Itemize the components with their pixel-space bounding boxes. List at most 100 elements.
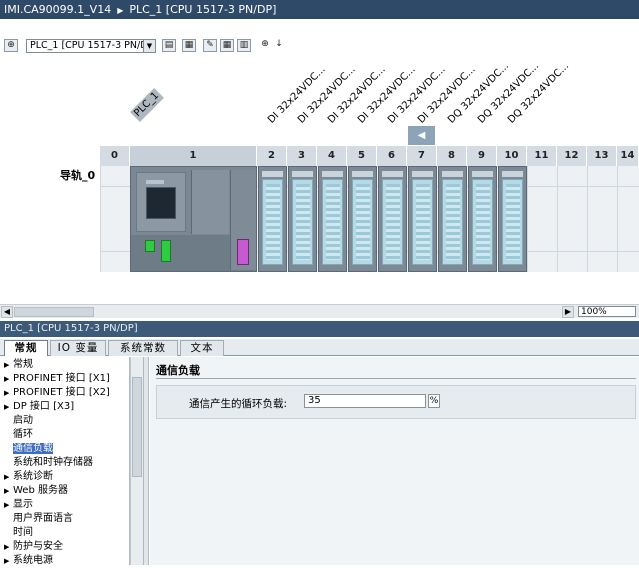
io-module[interactable] xyxy=(288,166,317,272)
slot-number: 10 xyxy=(497,146,527,166)
module-terminal xyxy=(322,179,343,265)
io-module[interactable] xyxy=(258,166,287,272)
io-module[interactable] xyxy=(348,166,377,272)
tree-item[interactable]: ▶ 系统诊断 xyxy=(4,470,53,483)
tree-item[interactable]: ▶ DP 接口 [X3] xyxy=(4,400,74,413)
tree-scrollbar[interactable] xyxy=(130,357,143,565)
empty-slot[interactable] xyxy=(557,166,587,272)
io-module[interactable] xyxy=(378,166,407,272)
inspector-title: PLC_1 [CPU 1517-3 PN/DP] xyxy=(0,321,639,337)
profinet-port-icon[interactable] xyxy=(145,240,155,252)
tree-item-label: 通信负载 xyxy=(13,443,53,454)
tab-general[interactable]: 常规 xyxy=(4,340,48,356)
tree-item[interactable]: 时间 xyxy=(4,526,33,539)
tab-texts[interactable]: 文本 xyxy=(180,340,224,356)
tree-item[interactable]: ▶ PROFINET 接口 [X2] xyxy=(4,386,110,399)
io-module[interactable] xyxy=(498,166,527,272)
tree-item[interactable]: ▶ 防护与安全 xyxy=(4,540,63,553)
expand-arrow-icon[interactable]: ▶ xyxy=(4,373,13,386)
slot-number: 1 xyxy=(130,146,257,166)
io-module[interactable] xyxy=(438,166,467,272)
tree-item[interactable]: ▶ PROFINET 接口 [X1] xyxy=(4,372,110,385)
tree-item[interactable]: 启动 xyxy=(4,414,33,427)
tab-system-constants[interactable]: 系统常数 xyxy=(108,340,178,356)
zoom-field[interactable]: 100% xyxy=(578,306,636,317)
io-module[interactable] xyxy=(408,166,437,272)
io-module[interactable] xyxy=(318,166,347,272)
empty-slot[interactable] xyxy=(100,166,130,272)
tree-item-label: 系统电源 xyxy=(13,555,53,565)
chevron-down-icon[interactable]: ▼ xyxy=(143,40,155,52)
expand-arrow-icon[interactable]: ▶ xyxy=(4,499,13,512)
project-name: IMI.CA90099.1_V14 xyxy=(4,3,112,16)
device-overview-icon[interactable]: ▤ xyxy=(162,39,176,52)
tree-item-label: 循环 xyxy=(13,429,33,440)
slot-number: 13 xyxy=(587,146,617,166)
module-led xyxy=(412,171,433,177)
tree-item-label: DP 接口 [X3] xyxy=(13,401,75,412)
empty-slot[interactable] xyxy=(587,166,617,272)
tree-item[interactable]: 用户界面语言 xyxy=(4,512,73,525)
slot-number: 8 xyxy=(437,146,467,166)
expand-arrow-icon[interactable]: ▶ xyxy=(4,485,13,498)
module-terminal xyxy=(442,179,463,265)
expand-arrow-icon[interactable]: ▶ xyxy=(4,359,13,372)
expand-arrow-icon[interactable]: ▶ xyxy=(4,555,13,565)
network-view-icon[interactable]: ⊕ xyxy=(4,39,18,52)
module-terminal xyxy=(382,179,403,265)
scrollbar-thumb[interactable] xyxy=(14,307,94,317)
cpu-module[interactable] xyxy=(130,166,257,272)
scroll-left-button[interactable]: ◀ xyxy=(408,126,435,145)
panel-icon[interactable]: ▥ xyxy=(237,39,251,52)
tree-item-label: 启动 xyxy=(13,415,33,426)
tree-item-label: PROFINET 接口 [X2] xyxy=(13,387,110,398)
panel-splitter[interactable] xyxy=(143,357,149,565)
expand-arrow-icon[interactable]: ▶ xyxy=(4,387,13,400)
slot-number: 0 xyxy=(100,146,130,166)
cycle-load-input[interactable]: 35 xyxy=(304,394,426,408)
empty-slot[interactable] xyxy=(617,166,639,272)
module-led xyxy=(322,171,343,177)
expand-arrow-icon[interactable]: ▶ xyxy=(4,541,13,554)
horizontal-scrollbar[interactable]: ◀ ▶ xyxy=(0,304,639,318)
profinet-port-icon[interactable] xyxy=(161,240,171,262)
tree-item-label: 系统和时钟存储器 xyxy=(13,457,93,468)
slot-number: 11 xyxy=(527,146,557,166)
scrollbar-thumb[interactable] xyxy=(132,377,142,477)
io-module[interactable] xyxy=(468,166,497,272)
device-name: PLC_1 [CPU 1517-3 PN/DP] xyxy=(129,3,277,16)
expand-arrow-icon[interactable]: ▶ xyxy=(4,401,13,414)
zoom-icon[interactable]: ⊕ xyxy=(258,39,272,52)
dp-port-icon[interactable] xyxy=(237,239,249,265)
tree-item[interactable]: 循环 xyxy=(4,428,33,441)
tree-item[interactable]: ▶ Web 服务器 xyxy=(4,484,68,497)
module-terminal xyxy=(502,179,523,265)
device-select[interactable]: PLC_1 [CPU 1517-3 PN/DP] ▼ xyxy=(26,39,156,53)
slot-number: 14 xyxy=(617,146,639,166)
slot-number: 12 xyxy=(557,146,587,166)
inspector-tabs: 常规 IO 变量 系统常数 文本 xyxy=(0,339,639,356)
tree-item[interactable]: ▶ 系统电源 xyxy=(4,554,53,565)
tree-item[interactable]: 系统和时钟存储器 xyxy=(4,456,93,469)
zoom-dropdown-icon[interactable]: ↓ xyxy=(272,39,286,52)
show-labels-icon[interactable]: ▦ xyxy=(182,39,196,52)
tab-io-tags[interactable]: IO 变量 xyxy=(50,340,106,356)
module-led xyxy=(352,171,373,177)
scroll-right-icon[interactable]: ▶ xyxy=(562,306,574,318)
tree-item-label: 用户界面语言 xyxy=(13,513,73,524)
scroll-left-icon[interactable]: ◀ xyxy=(1,306,13,318)
tree-item[interactable]: ▶ 显示 xyxy=(4,498,33,511)
edit-icon[interactable]: ✎ xyxy=(203,39,217,52)
module-led xyxy=(502,171,523,177)
module-led xyxy=(442,171,463,177)
tree-item-label: 时间 xyxy=(13,527,33,538)
module-led xyxy=(472,171,493,177)
slot-number: 4 xyxy=(317,146,347,166)
grid-icon[interactable]: ▦ xyxy=(220,39,234,52)
tree-item[interactable]: ▶ 常规 xyxy=(4,358,33,371)
expand-arrow-icon[interactable]: ▶ xyxy=(4,471,13,484)
cpu-front-panel xyxy=(136,172,186,232)
slot-number: 6 xyxy=(377,146,407,166)
empty-slot[interactable] xyxy=(527,166,557,272)
tree-item-selected[interactable]: 通信负载 xyxy=(4,442,53,455)
